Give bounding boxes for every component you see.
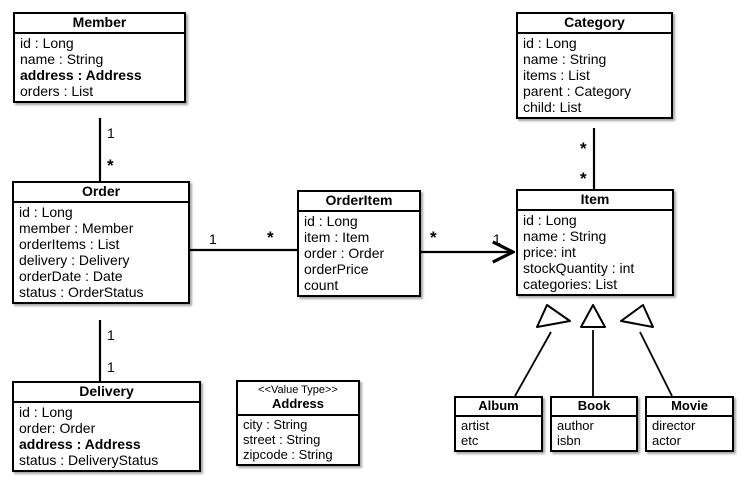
multiplicity-order-orderitem-star: * [267,228,274,247]
attribute-row: isbn [557,433,581,448]
attribute-row: name : String [523,228,607,244]
attribute-row: member : Member [19,220,134,236]
attribute-row: id : Long [20,35,74,51]
edge-album-item [514,331,552,397]
generalization-triangle-album [536,304,571,328]
attribute-row: name : String [20,51,104,67]
class-title-category: Category [564,14,625,30]
attribute-list-item: id : Long name : String price: int stock… [518,211,672,294]
attribute-row: author [557,418,594,433]
class-name-address: <<Value Type>> Address [238,382,358,416]
attribute-row: id : Long [523,212,577,228]
attribute-row: street : String [243,432,321,447]
multiplicity-order-orderitem-1: 1 [209,231,217,247]
multiplicity-member-order-1: 1 [107,125,115,141]
class-title-orderitem: OrderItem [325,192,393,208]
attribute-list-delivery: id : Long order: Order address : Address… [14,403,199,470]
class-box-album[interactable]: Album artist etc [454,396,543,452]
attribute-row: orderPrice [304,261,369,277]
attribute-list-category: id : Long name : String items : List par… [518,34,671,117]
attribute-row: city : String [243,417,308,432]
attribute-row: order: Order [19,420,96,436]
class-name-book: Book [552,398,636,417]
multiplicity-orderitem-item-star: * [430,228,437,247]
attribute-row: actor [652,433,681,448]
class-name-orderitem: OrderItem [299,192,419,212]
multiplicity-orderitem-item-1: 1 [493,231,501,247]
attribute-row: status : DeliveryStatus [19,452,159,468]
class-name-delivery: Delivery [14,383,199,403]
class-box-address[interactable]: <<Value Type>> Address city : String str… [236,380,360,466]
attribute-row: name : String [523,51,607,67]
class-box-item[interactable]: Item id : Long name : String price: int … [516,189,674,296]
generalization-triangle-book [580,304,606,328]
attribute-row: stockQuantity : int [523,260,635,276]
attribute-row: id : Long [19,204,73,220]
multiplicity-category-item-star-a: * [580,139,587,158]
multiplicity-order-delivery-1b: 1 [107,359,115,375]
class-title-member: Member [72,14,127,30]
class-title-book: Book [577,398,611,413]
attribute-list-book: author isbn [552,417,636,450]
attribute-row: etc [461,433,479,448]
class-name-item: Item [518,191,672,211]
attribute-row: orders : List [20,83,94,99]
class-title-order: Order [81,183,121,199]
attribute-row: id : Long [19,404,73,420]
class-box-order[interactable]: Order id : Long member : Member orderIte… [12,181,190,304]
class-box-member[interactable]: Member id : Long name : String address :… [13,12,186,103]
attribute-row: address : Address [19,436,141,452]
attribute-list-order: id : Long member : Member orderItems : L… [14,203,188,302]
attribute-list-member: id : Long name : String address : Addres… [15,34,184,101]
class-box-movie[interactable]: Movie director actor [645,396,734,452]
class-name-member: Member [15,14,184,34]
attribute-row: price: int [523,244,576,260]
attribute-row: count [304,277,339,293]
uml-class-diagram: 1 * 1 1 1 * * 1 * * Member id : Long nam… [0,0,750,504]
multiplicity-order-delivery-1a: 1 [107,327,115,343]
class-title-item: Item [580,191,610,207]
generalization-triangle-movie [620,304,654,328]
multiplicity-category-item-star-b: * [580,169,587,188]
class-title-movie: Movie [671,398,708,413]
attribute-row: items : List [523,67,590,83]
attribute-row: child: List [523,99,582,115]
class-box-delivery[interactable]: Delivery id : Long order: Order address … [12,381,201,472]
edge-movie-item [639,331,673,397]
class-title-delivery: Delivery [79,383,134,399]
attribute-row: address : Address [20,67,142,83]
class-title-album: Album [478,398,519,413]
attribute-row: order : Order [304,245,385,261]
class-box-orderitem[interactable]: OrderItem id : Long item : Item order : … [297,190,421,297]
class-name-category: Category [518,14,671,34]
multiplicity-member-order-star: * [107,156,114,175]
attribute-row: id : Long [523,35,577,51]
class-name-order: Order [14,183,188,203]
attribute-row: item : Item [304,229,370,245]
class-box-category[interactable]: Category id : Long name : String items :… [516,12,673,119]
attribute-row: orderDate : Date [19,268,123,284]
class-box-book[interactable]: Book author isbn [550,396,638,452]
attribute-list-album: artist etc [456,417,541,450]
attribute-row: categories: List [523,276,618,292]
attribute-row: parent : Category [523,83,632,99]
attribute-row: director [652,418,696,433]
class-name-album: Album [456,398,541,417]
attribute-list-orderitem: id : Long item : Item order : Order orde… [299,212,419,295]
class-name-movie: Movie [647,398,732,417]
attribute-row: zipcode : String [243,447,333,462]
attribute-row: artist [461,418,490,433]
attribute-row: delivery : Delivery [19,252,130,268]
attribute-list-address: city : String street : String zipcode : … [238,416,358,464]
class-title-address: Address [271,395,325,411]
attribute-row: status : OrderStatus [19,284,144,300]
attribute-row: id : Long [304,213,358,229]
attribute-row: orderItems : List [19,236,120,252]
attribute-list-movie: director actor [647,417,732,450]
